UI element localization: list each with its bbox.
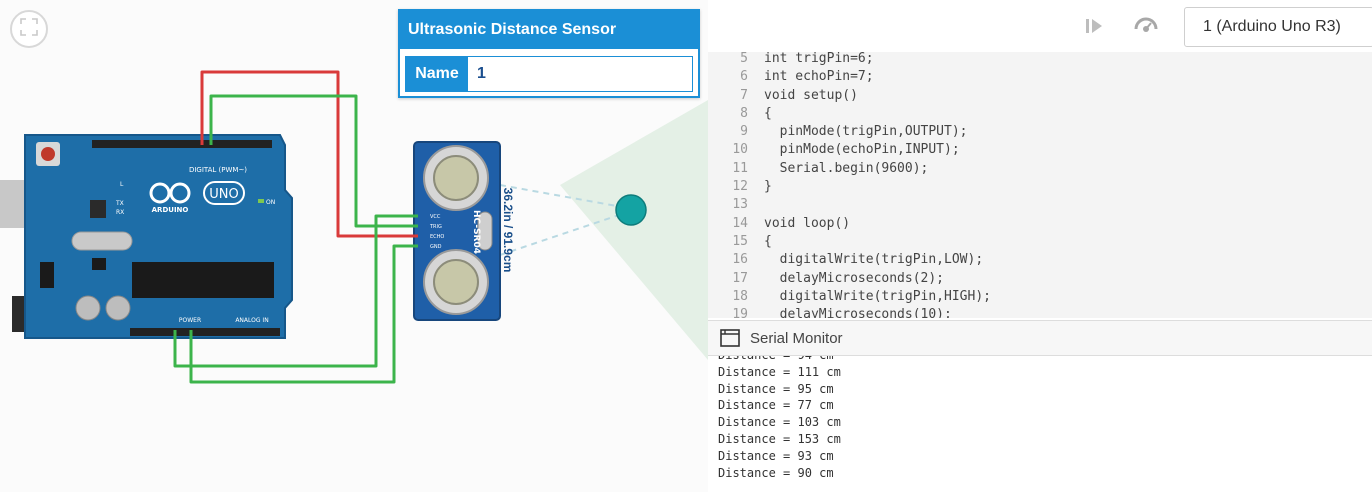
board-logo-text: ARDUINO bbox=[152, 206, 189, 214]
code-line[interactable]: 6 int echoPin=7; bbox=[708, 68, 1372, 86]
inspector-title: Ultrasonic Distance Sensor bbox=[400, 11, 698, 49]
sensor-pin-vcc: VCC bbox=[430, 214, 441, 220]
step-forward-icon bbox=[1082, 19, 1106, 42]
microcontroller-chip bbox=[132, 262, 274, 298]
serial-output[interactable]: Distance = 94 cm Distance = 111 cm Distanc… bbox=[708, 356, 1372, 492]
line-code: delayMicroseconds(2); bbox=[764, 270, 945, 286]
serial-line: Distance = 111 cm bbox=[718, 364, 841, 379]
line-number: 12 bbox=[732, 179, 748, 195]
serial-line: Distance = 93 cm bbox=[718, 448, 834, 463]
code-toolbar: 1 (Arduino Uno R3) bbox=[708, 0, 1372, 52]
serial-line: Distance = 153 cm bbox=[718, 432, 841, 446]
sensor-pin-gnd: GND bbox=[430, 244, 442, 250]
speedometer-icon bbox=[1133, 17, 1159, 42]
line-number: 15 bbox=[732, 233, 748, 249]
code-line[interactable]: 12} bbox=[708, 178, 1372, 196]
code-line[interactable]: 13 bbox=[708, 196, 1372, 214]
component-inspector: Ultrasonic Distance Sensor Name 1 bbox=[398, 9, 700, 98]
ultrasonic-sensor[interactable]: HC-SR04 VCC TRIG ECHO GND bbox=[413, 141, 501, 321]
line-code: } bbox=[764, 179, 772, 195]
digital-pins-label: DIGITAL (PWM~) bbox=[189, 166, 247, 174]
line-code: int trigPin=6; bbox=[764, 52, 874, 66]
line-number: 19 bbox=[732, 307, 748, 318]
line-code: pinMode(echoPin,INPUT); bbox=[764, 142, 960, 158]
code-line[interactable]: 8{ bbox=[708, 105, 1372, 123]
serial-line: Distance = 95 cm bbox=[718, 381, 834, 396]
code-line[interactable]: 10 pinMode(echoPin,INPUT); bbox=[708, 141, 1372, 159]
line-number: 7 bbox=[740, 87, 748, 103]
line-number: 11 bbox=[732, 160, 748, 176]
line-number: 18 bbox=[732, 288, 748, 304]
code-line[interactable]: 9 pinMode(trigPin,OUTPUT); bbox=[708, 123, 1372, 141]
code-line[interactable]: 11 Serial.begin(9600); bbox=[708, 160, 1372, 178]
code-line[interactable]: 15 { bbox=[708, 233, 1372, 251]
analog-in-label: ANALOG IN bbox=[235, 317, 268, 324]
line-number: 6 bbox=[740, 69, 748, 85]
line-code: digitalWrite(trigPin,LOW); bbox=[764, 252, 984, 268]
code-line[interactable]: 14 void loop() bbox=[708, 215, 1372, 233]
board-model-label: UNO bbox=[209, 187, 238, 202]
reset-button[interactable] bbox=[41, 147, 55, 161]
line-code: void loop() bbox=[764, 215, 851, 231]
serial-line: Distance = 77 cm bbox=[718, 398, 834, 413]
line-number: 10 bbox=[732, 142, 748, 158]
circuit-canvas[interactable]: UNO ARDUINO DIGITAL (PWM~) POWER ANALOG … bbox=[0, 0, 708, 492]
on-led-label: ON bbox=[266, 199, 275, 206]
name-field-label: Name bbox=[406, 57, 468, 91]
code-line[interactable]: 19 delayMicroseconds(10); bbox=[708, 306, 1372, 318]
line-number: 8 bbox=[740, 105, 748, 121]
sensor-model-label: HC-SR04 bbox=[471, 210, 481, 254]
code-line[interactable]: 7 void setup() bbox=[708, 87, 1372, 105]
line-code: { bbox=[764, 105, 772, 121]
name-field-row[interactable]: Name 1 bbox=[405, 56, 693, 92]
serial-line: Distance = 90 cm bbox=[718, 465, 834, 480]
line-number: 17 bbox=[732, 270, 748, 286]
line-code: { bbox=[764, 233, 772, 249]
sensor-pin-trig: TRIG bbox=[429, 224, 442, 230]
line-code: Serial.begin(9600); bbox=[764, 160, 929, 176]
line-code: void setup() bbox=[764, 87, 858, 103]
target-object[interactable] bbox=[615, 194, 647, 226]
detection-cone bbox=[560, 100, 708, 360]
serial-monitor-title: Serial Monitor bbox=[750, 329, 843, 347]
code-line[interactable]: 17 delayMicroseconds(2); bbox=[708, 270, 1372, 288]
line-number: 5 bbox=[740, 52, 748, 66]
code-line[interactable]: 18 digitalWrite(trigPin,HIGH); bbox=[708, 288, 1372, 306]
line-number: 16 bbox=[732, 252, 748, 268]
line-code: int echoPin=7; bbox=[764, 69, 874, 85]
distance-readout: 36.2in / 91.9cm bbox=[501, 188, 515, 273]
line-number: 14 bbox=[732, 215, 748, 231]
serial-line: Distance = 94 cm bbox=[718, 356, 834, 362]
line-number: 9 bbox=[740, 124, 748, 140]
code-editor[interactable]: 5 int trigPin=6; 6 int echoPin=7; 7 void setu… bbox=[708, 52, 1372, 318]
code-line[interactable]: 16 digitalWrite(trigPin,LOW); bbox=[708, 251, 1372, 269]
line-code: digitalWrite(trigPin,HIGH); bbox=[764, 288, 991, 304]
device-select[interactable]: 1 (Arduino Uno R3) bbox=[1184, 7, 1372, 47]
code-line[interactable]: 5 int trigPin=6; bbox=[708, 52, 1372, 68]
line-code: pinMode(trigPin,OUTPUT); bbox=[764, 124, 968, 140]
code-panel: 1 (Arduino Uno R3) 5 int trigPin=6; 6 int e… bbox=[708, 0, 1372, 492]
tx-led-label: TX bbox=[115, 200, 124, 207]
serial-monitor-header[interactable]: Serial Monitor bbox=[708, 320, 1372, 356]
serial-line: Distance = 103 cm bbox=[718, 415, 841, 430]
name-field-input[interactable]: 1 bbox=[468, 57, 486, 91]
step-button[interactable] bbox=[1082, 14, 1106, 38]
line-code: delayMicroseconds(10); bbox=[764, 307, 952, 318]
arduino-uno-board[interactable]: UNO ARDUINO DIGITAL (PWM~) POWER ANALOG … bbox=[24, 134, 293, 339]
speed-button[interactable] bbox=[1133, 14, 1159, 38]
line-number: 13 bbox=[732, 197, 748, 213]
rx-led-label: RX bbox=[116, 209, 124, 216]
serial-monitor-icon bbox=[720, 329, 740, 347]
sensor-pin-echo: ECHO bbox=[430, 234, 444, 240]
power-label: POWER bbox=[179, 317, 201, 324]
